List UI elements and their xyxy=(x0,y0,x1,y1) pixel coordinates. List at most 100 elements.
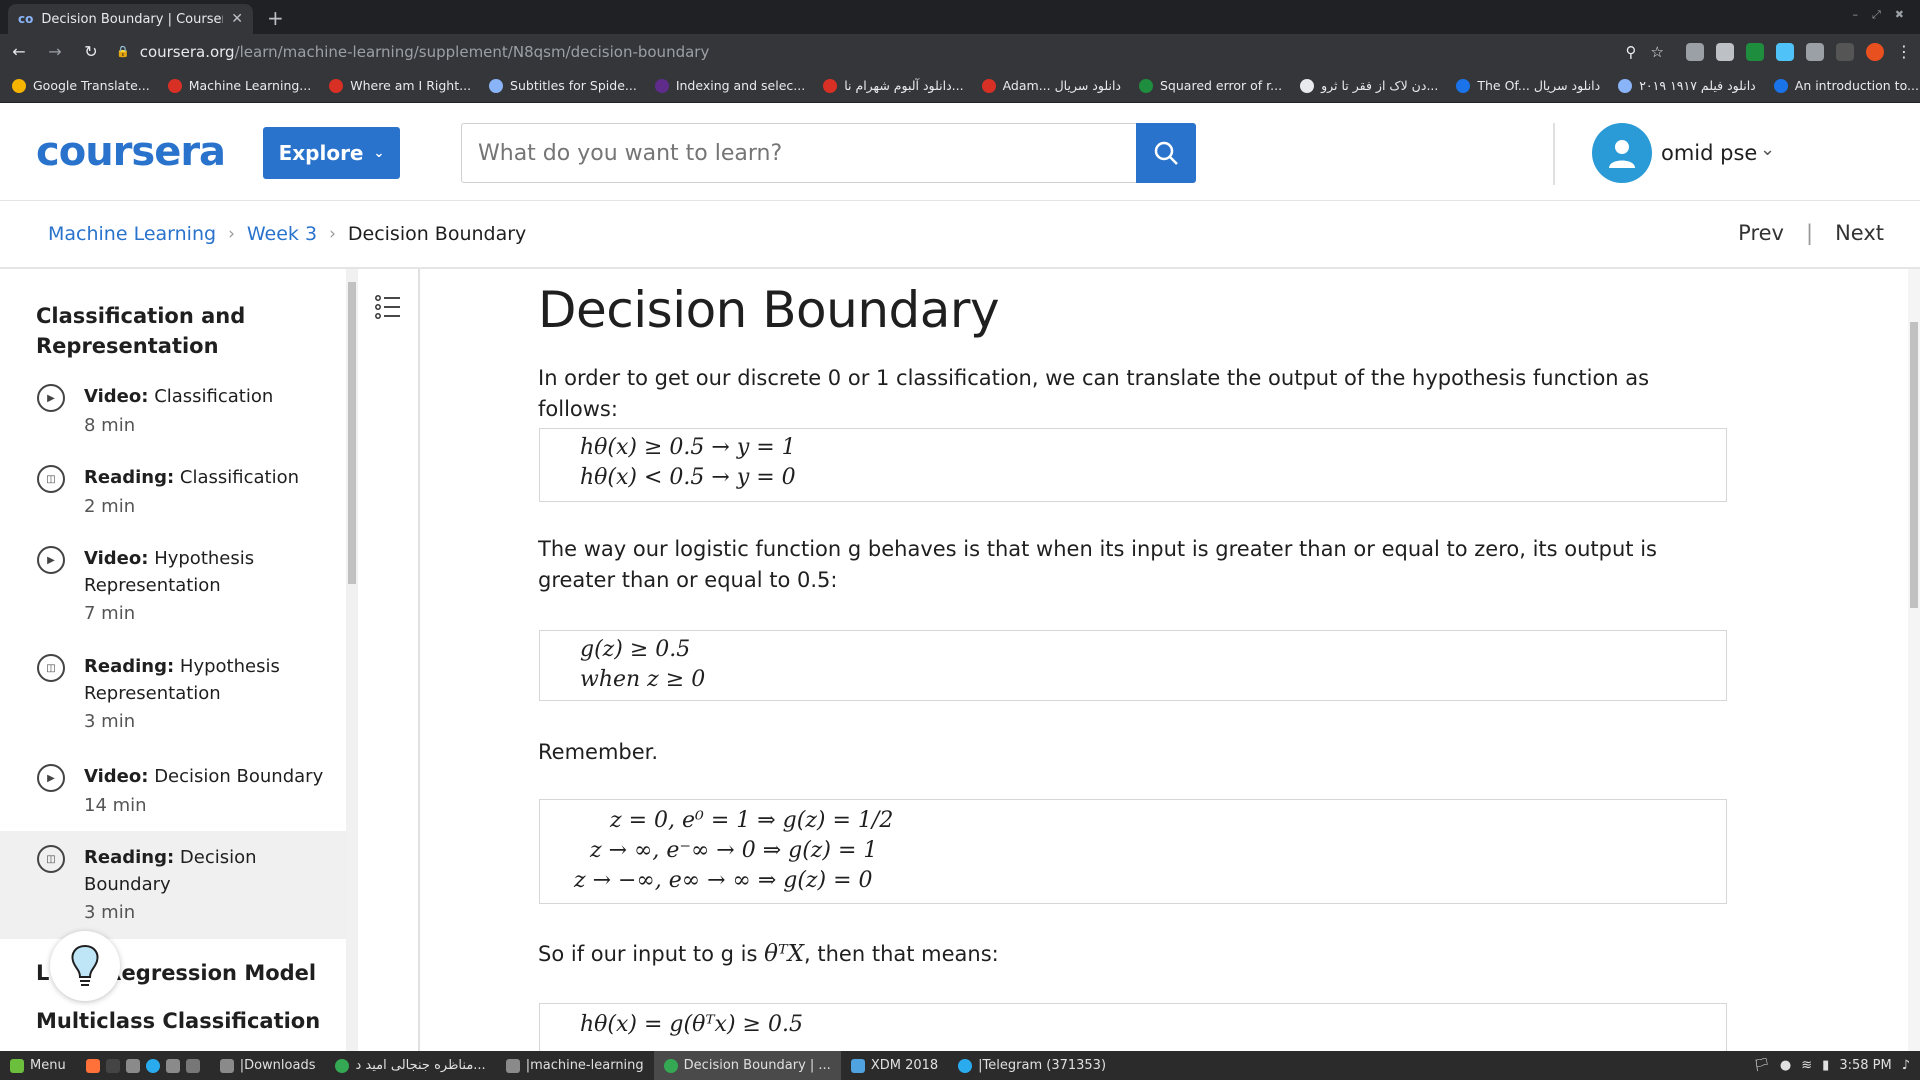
window-label: |machine-learning xyxy=(525,1058,644,1073)
bookmark-item[interactable]: Adam... دانلود سریال xyxy=(981,78,1121,93)
maximize-icon[interactable]: ⤢ xyxy=(1872,8,1881,22)
close-tab-icon[interactable]: ✕ xyxy=(231,11,243,27)
new-tab-icon[interactable]: + xyxy=(267,6,284,30)
menu-kebab-icon[interactable]: ⋮ xyxy=(1896,42,1912,61)
math-block: g(z) ≥ 0.5 when z ≥ 0 xyxy=(539,630,1727,701)
math-line: z = 0, e⁰ = 1 ⇒ g(z) = 1/2 xyxy=(610,808,894,833)
music-icon[interactable]: ♪ xyxy=(1902,1058,1910,1073)
sidebar-item-video-classification[interactable]: ▶ Video: Classification 8 min xyxy=(0,379,346,459)
lightbulb-icon[interactable] xyxy=(50,931,120,1001)
coursera-favicon-icon: co xyxy=(18,12,34,26)
taskbar-window[interactable]: XDM 2018 xyxy=(841,1051,948,1080)
taskbar-window[interactable]: |Downloads xyxy=(210,1051,326,1080)
bookmark-item[interactable]: Squared error of r... xyxy=(1139,78,1282,93)
prev-button[interactable]: Prev xyxy=(1738,221,1784,245)
profile-icon[interactable] xyxy=(1866,42,1884,61)
telegram-icon[interactable] xyxy=(145,1058,160,1073)
close-window-icon[interactable]: ✖ xyxy=(1895,8,1904,22)
extension-icon[interactable] xyxy=(1746,42,1764,61)
bookmark-item[interactable]: An introduction to... xyxy=(1773,78,1919,93)
extension-icon[interactable] xyxy=(1836,42,1854,61)
bookmark-item[interactable]: دانلود آلبوم شهرام نا... xyxy=(823,78,964,93)
extension-icon[interactable] xyxy=(1806,42,1824,61)
bookmark-item[interactable]: Indexing and selec... xyxy=(654,78,805,93)
bookmarks-bar: Google Translate... Machine Learning... Wh… xyxy=(0,69,1920,103)
bookmark-label: An introduction to... xyxy=(1794,78,1919,93)
taskbar-window[interactable]: |machine-learning xyxy=(496,1051,654,1080)
bookmark-label: Squared error of r... xyxy=(1160,78,1283,93)
sidebar-item-video-decision-boundary[interactable]: ▶ Video: Decision Boundary 14 min xyxy=(0,759,346,839)
item-type: Video: xyxy=(84,766,149,787)
bookmark-item[interactable]: Machine Learning... xyxy=(167,78,311,93)
bookmark-item[interactable]: دن لاک از فقر تا ثرو... xyxy=(1300,78,1438,93)
window-icon[interactable] xyxy=(185,1058,200,1073)
sidebar-scrollbar-thumb[interactable] xyxy=(348,282,356,584)
paragraph: Remember. xyxy=(538,740,659,764)
clock[interactable]: 3:58 PM xyxy=(1839,1058,1891,1073)
sidebar-section-title: Classification and Representation xyxy=(36,304,246,358)
math-line: when z ≥ 0 xyxy=(580,667,706,692)
bookmark-label: دانلود فیلم ۱۹۱۷ ۲۰۱۹ xyxy=(1639,78,1756,93)
user-name[interactable]: omid pse xyxy=(1661,141,1757,165)
wifi-icon[interactable]: ≋ xyxy=(1801,1058,1812,1073)
sidebar-item-reading-decision-boundary[interactable]: ◫ Reading: Decision Boundary 3 min xyxy=(0,831,346,939)
files-icon[interactable] xyxy=(125,1058,140,1073)
next-button[interactable]: Next xyxy=(1835,221,1884,245)
extension-icon[interactable] xyxy=(1776,42,1794,61)
chevron-down-icon: ⌄ xyxy=(373,145,385,161)
flag-icon[interactable]: 🏳 xyxy=(1753,1058,1770,1073)
avatar[interactable] xyxy=(1592,123,1652,183)
start-menu-button[interactable]: Menu xyxy=(0,1051,76,1080)
breadcrumb-week[interactable]: Week 3 xyxy=(247,223,317,245)
taskbar-window[interactable]: |Telegram (371353) xyxy=(948,1051,1116,1080)
explore-button[interactable]: Explore ⌄ xyxy=(263,127,400,179)
bookmark-item[interactable]: Google Translate... xyxy=(12,78,150,93)
sidebar-item-reading-hypothesis[interactable]: ◫ Reading: Hypothesis Representation 3 m… xyxy=(0,649,346,749)
firefox-icon[interactable] xyxy=(85,1058,100,1073)
reload-icon[interactable]: ↻ xyxy=(80,42,102,61)
toc-toggle-button[interactable] xyxy=(358,276,418,338)
bookmark-favicon-icon xyxy=(1773,78,1788,93)
bookmark-item[interactable]: The Of... دانلود سریال xyxy=(1456,78,1600,93)
sidebar-item-reading-classification[interactable]: ◫ Reading: Classification 2 min xyxy=(0,460,346,540)
user-icon[interactable]: ● xyxy=(1780,1058,1791,1073)
paragraph: So if our input to g is θᵀX, then that m… xyxy=(538,939,1728,970)
back-icon[interactable]: ← xyxy=(8,42,30,61)
search-button[interactable] xyxy=(1136,123,1196,183)
taskbar-window-active[interactable]: Decision Boundary | ... xyxy=(653,1051,841,1080)
bookmark-item[interactable]: دانلود فیلم ۱۹۱۷ ۲۰۱۹ xyxy=(1618,78,1756,93)
bookmark-star-icon[interactable]: ☆ xyxy=(1651,43,1664,61)
math-line: z → ∞, e⁻∞ → 0 ⇒ g(z) = 1 xyxy=(590,838,878,863)
search-input[interactable] xyxy=(461,123,1137,183)
minimize-icon[interactable]: – xyxy=(1852,8,1858,22)
url-host: coursera.org xyxy=(139,42,235,61)
extension-icon[interactable] xyxy=(1686,42,1704,61)
extension-icon[interactable] xyxy=(1716,42,1734,61)
browser-tab-active[interactable]: co Decision Boundary | Coursera ✕ xyxy=(8,4,253,34)
terminal-icon[interactable] xyxy=(105,1058,120,1073)
address-bar[interactable]: 🔒 coursera.org/learn/machine-learning/su… xyxy=(116,38,1612,66)
files-icon[interactable] xyxy=(165,1058,180,1073)
system-tray: 🏳 ● ≋ ▮ 3:58 PM ♪ xyxy=(1753,1058,1920,1073)
taskbar-window[interactable]: مناظره جنجالی امید د... xyxy=(325,1051,495,1080)
forward-icon[interactable]: → xyxy=(44,42,66,61)
bookmark-favicon-icon xyxy=(1618,78,1633,93)
battery-icon[interactable]: ▮ xyxy=(1822,1058,1829,1073)
zoom-icon[interactable]: ⚲ xyxy=(1626,43,1637,61)
chevron-down-icon[interactable]: ⌄ xyxy=(1760,139,1775,160)
page-scrollbar-thumb[interactable] xyxy=(1910,322,1918,608)
breadcrumb-course[interactable]: Machine Learning xyxy=(48,223,216,245)
book-icon: ◫ xyxy=(37,654,65,682)
os-taskbar: Menu |Downloads مناظره جنجالی امید د... … xyxy=(0,1051,1920,1080)
explore-label: Explore xyxy=(278,141,364,165)
sidebar-section-multiclass[interactable]: Multiclass Classification xyxy=(36,1009,320,1033)
bookmark-item[interactable]: Where am I Right... xyxy=(329,78,471,93)
math-block: hθ(x) = g(θᵀx) ≥ 0.5 xyxy=(539,1003,1727,1051)
lesson-sidebar: Classification and Representation ▶ Vide… xyxy=(0,269,346,1051)
coursera-logo[interactable]: coursera xyxy=(36,129,226,175)
play-icon: ▶ xyxy=(37,546,65,574)
lock-icon: 🔒 xyxy=(116,45,130,58)
bookmark-item[interactable]: Subtitles for Spide... xyxy=(489,78,637,93)
sidebar-item-video-hypothesis[interactable]: ▶ Video: Hypothesis Representation 7 min xyxy=(0,541,346,641)
bookmark-favicon-icon xyxy=(981,78,996,93)
